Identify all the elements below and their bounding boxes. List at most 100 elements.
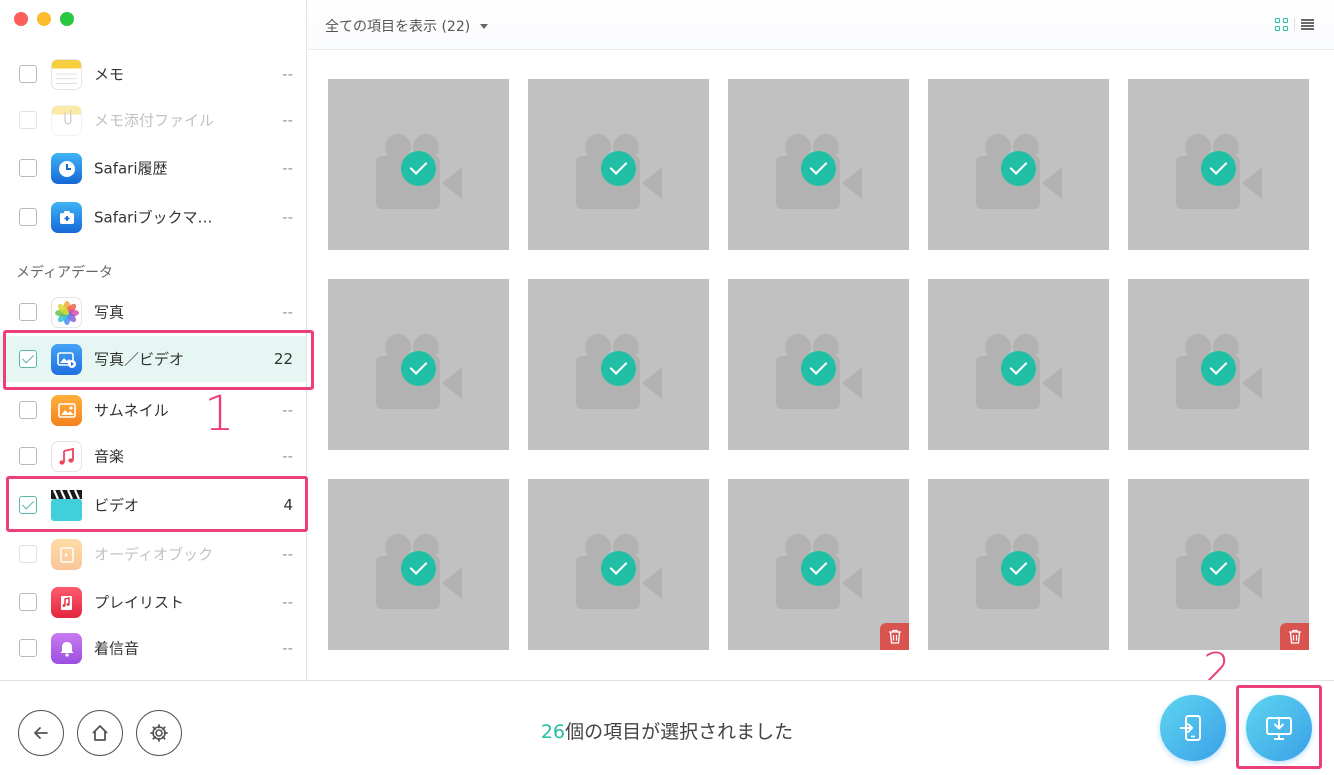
item-count: -- (282, 111, 293, 129)
playlist-icon (51, 587, 82, 618)
item-count: -- (282, 401, 293, 419)
checkbox (19, 111, 37, 129)
trash-icon[interactable] (880, 623, 909, 650)
notes-attachment-icon (51, 105, 82, 136)
video-tile[interactable] (728, 79, 909, 250)
toolbar: 全ての項目を表示 (22) (308, 0, 1334, 50)
selected-check-icon[interactable] (601, 551, 636, 586)
sidebar-item-label: オーディオブック (94, 545, 213, 564)
selected-check-icon[interactable] (801, 351, 836, 386)
sidebar-item-music[interactable]: 音楽 -- (0, 433, 306, 479)
checkbox[interactable] (19, 303, 37, 321)
video-tile[interactable] (528, 79, 709, 250)
sidebar-item-ringtone[interactable]: 着信音 -- (0, 625, 306, 671)
checkbox[interactable] (19, 208, 37, 226)
item-count: -- (282, 545, 293, 563)
checkbox[interactable] (19, 447, 37, 465)
checkbox[interactable] (19, 159, 37, 177)
highlight-box-step1 (3, 330, 314, 390)
selected-check-icon[interactable] (401, 551, 436, 586)
selected-count: 26 (540, 721, 566, 743)
sidebar-item-label: Safariブックマ… (94, 208, 213, 227)
video-tile[interactable] (728, 479, 909, 650)
sidebar-item-label: サムネイル (94, 401, 169, 420)
selection-status: 26個の項目が選択されました (0, 717, 1334, 744)
sidebar-item-safari-history[interactable]: Safari履歴 -- (0, 145, 306, 191)
notes-icon (51, 59, 82, 90)
chevron-down-icon (480, 23, 489, 29)
section-label-media: メディアデータ (16, 265, 114, 281)
photos-icon (51, 297, 82, 328)
audiobook-icon (51, 539, 82, 570)
item-count: -- (282, 593, 293, 611)
selected-check-icon[interactable] (1001, 151, 1036, 186)
selected-check-icon[interactable] (1201, 351, 1236, 386)
sidebar-item-label: 着信音 (94, 639, 140, 658)
sidebar-item-label: プレイリスト (94, 593, 185, 612)
selected-check-icon[interactable] (801, 151, 836, 186)
selected-check-icon[interactable] (401, 151, 436, 186)
selected-check-icon[interactable] (801, 551, 836, 586)
checkbox[interactable] (19, 65, 37, 83)
selected-check-icon[interactable] (601, 151, 636, 186)
filter-label: 全ての項目を表示 (22) (325, 19, 471, 35)
checkbox[interactable] (19, 593, 37, 611)
selected-check-icon[interactable] (401, 351, 436, 386)
item-count: -- (282, 639, 293, 657)
highlight-box-video (6, 476, 308, 532)
annotation-step-1: 1 (204, 386, 235, 442)
sidebar-item-label: メモ (94, 65, 125, 84)
video-tile[interactable] (328, 79, 509, 250)
checkbox[interactable] (19, 401, 37, 419)
video-tile[interactable] (528, 279, 709, 450)
selected-check-icon[interactable] (601, 351, 636, 386)
selected-check-icon[interactable] (1201, 151, 1236, 186)
checkbox[interactable] (19, 639, 37, 657)
video-tile[interactable] (1128, 479, 1309, 650)
video-tile[interactable] (928, 79, 1109, 250)
sidebar-item-audiobook: オーディオブック -- (0, 531, 306, 577)
item-count: -- (282, 65, 293, 83)
minimize-window-button[interactable] (37, 12, 51, 26)
selected-check-icon[interactable] (1001, 351, 1036, 386)
video-tile[interactable] (928, 479, 1109, 650)
phone-transfer-icon (1180, 715, 1201, 741)
sidebar-item-thumbnails[interactable]: サムネイル -- (0, 387, 306, 433)
close-window-button[interactable] (14, 12, 28, 26)
bottom-bar: 26個の項目が選択されました (0, 680, 1334, 775)
sidebar-item-label: メモ添付ファイル (94, 111, 215, 130)
filter-dropdown[interactable]: 全ての項目を表示 (22) (325, 16, 489, 36)
video-tile[interactable] (528, 479, 709, 650)
to-device-button[interactable] (1160, 695, 1226, 761)
selected-check-icon[interactable] (1001, 551, 1036, 586)
video-tile[interactable] (1128, 279, 1309, 450)
video-tile[interactable] (1128, 79, 1309, 250)
zoom-window-button[interactable] (60, 12, 74, 26)
video-tile[interactable] (328, 479, 509, 650)
sidebar-item-memo[interactable]: メモ -- (0, 51, 306, 97)
selected-text: 個の項目が選択されました (565, 721, 794, 743)
view-toggle (1275, 18, 1314, 31)
divider (1294, 18, 1295, 31)
video-tile[interactable] (328, 279, 509, 450)
sidebar-item-safari-bookmarks[interactable]: Safariブックマ… -- (0, 194, 306, 240)
sidebar-item-label: 写真 (94, 303, 125, 322)
trash-icon[interactable] (1280, 623, 1309, 650)
highlight-box-step2 (1236, 685, 1322, 769)
list-view-icon[interactable] (1301, 19, 1314, 30)
video-tile[interactable] (728, 279, 909, 450)
music-note-icon (51, 441, 82, 472)
thumbnail-icon (51, 395, 82, 426)
sidebar-item-playlist[interactable]: プレイリスト -- (0, 579, 306, 625)
sidebar-item-photos[interactable]: 写真 -- (0, 289, 306, 335)
selected-check-icon[interactable] (1201, 551, 1236, 586)
item-count: -- (282, 208, 293, 226)
safari-history-icon (51, 153, 82, 184)
grid-view-icon[interactable] (1275, 18, 1288, 31)
safari-bookmark-icon (51, 202, 82, 233)
item-count: -- (282, 159, 293, 177)
window-controls (14, 12, 74, 26)
bell-icon (51, 633, 82, 664)
video-tile[interactable] (928, 279, 1109, 450)
sidebar-item-label: Safari履歴 (94, 159, 168, 178)
